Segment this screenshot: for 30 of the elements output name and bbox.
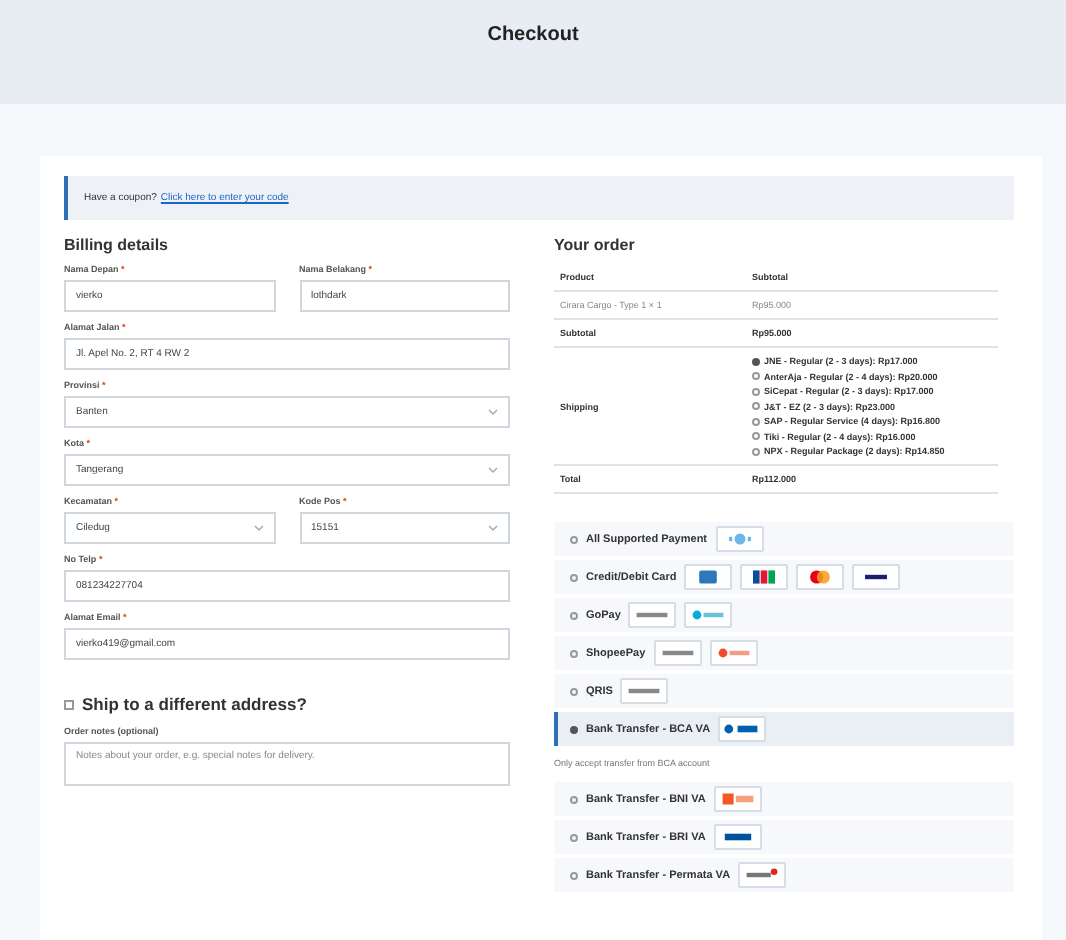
payment-logo-icon (852, 564, 901, 590)
payment-logo-icon (709, 640, 758, 666)
payment-logo-icon (713, 786, 762, 812)
page-title: Checkout (487, 24, 579, 48)
radio-button[interactable] (752, 387, 760, 395)
radio-button[interactable] (752, 357, 760, 365)
payment-logo-icon (718, 716, 767, 742)
radio-button[interactable] (752, 417, 760, 425)
radio-button[interactable] (752, 402, 760, 410)
radio-button[interactable] (752, 432, 760, 440)
payment-logo-icon (715, 526, 764, 552)
payment-logo-icon (713, 824, 762, 850)
payment-logo-icon (653, 640, 702, 666)
payment-logo-icon (620, 678, 669, 704)
checkbox[interactable] (64, 699, 74, 709)
chevron-down-icon (488, 408, 498, 416)
payment-logo-icon (740, 564, 789, 590)
chevron-down-icon (488, 466, 498, 474)
checkbox-label: Ship to a different address? (82, 694, 307, 714)
radio-button[interactable] (752, 372, 760, 380)
payment-logo-icon (738, 862, 787, 888)
payment-logo-icon (796, 564, 845, 590)
section-heading: Billing details (64, 236, 171, 254)
radio-button[interactable] (752, 447, 760, 455)
section-heading: Your order (554, 236, 637, 254)
payment-logo-icon (684, 602, 733, 628)
payment-logo-icon (628, 602, 677, 628)
payment-logo-icon (684, 564, 733, 590)
chevron-down-icon (253, 524, 263, 532)
chevron-down-icon (488, 524, 498, 532)
